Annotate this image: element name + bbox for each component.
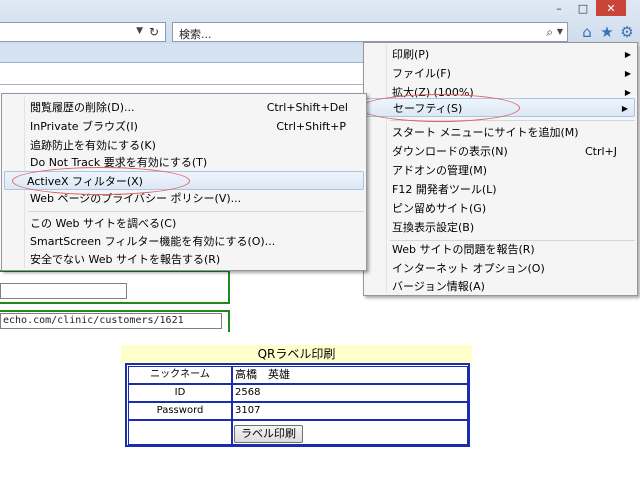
menu-item-about[interactable]: バージョン情報(A) [364,277,637,296]
search-input[interactable]: 検索... [179,26,212,42]
nickname-value: 高橋 英雄 [232,366,468,384]
menu-item-file[interactable]: ファイル(F) ▶ [364,64,637,83]
highlight-oval-safety [360,94,520,122]
id-label: ID [128,384,232,402]
tab-strip [0,44,380,63]
submenu-arrow-icon: ▶ [621,104,628,113]
address-bar[interactable]: ▼ ↻ [0,22,166,42]
home-icon[interactable]: ⌂ [578,23,596,41]
menu-item-devtools[interactable]: F12 開発者ツール(L) [364,180,637,199]
print-label-button[interactable]: ラベル印刷 [234,425,303,443]
menu-item-check-site[interactable]: この Web サイトを調べる(C) [2,214,366,233]
menu-item-report-problem[interactable]: Web サイトの問題を報告(R) [364,240,637,259]
submenu-arrow-icon: ▶ [624,69,631,78]
menu-separator [28,211,364,212]
menu-item-pinned-sites[interactable]: ピン留めサイト(G) [364,199,637,218]
qr-label-table: ニックネーム 高橋 英雄 ID 2568 Password 3107 ラベル印刷 [125,363,470,447]
minimize-button[interactable]: – [548,0,570,16]
menu-item-compat-view[interactable]: 互換表示設定(B) [364,218,637,237]
search-icon[interactable]: ⌕ [546,25,553,40]
menu-item-inprivate[interactable]: InPrivate ブラウズ(I) Ctrl+Shift+P [2,117,366,136]
highlight-oval-activex [12,167,190,195]
menu-item-addons[interactable]: アドオンの管理(M) [364,161,637,180]
password-value: 3107 [232,402,468,420]
favorites-star-icon[interactable]: ★ [598,23,616,41]
search-dropdown-icon[interactable]: ▼ [557,27,563,36]
url-text-field[interactable]: echo.com/clinic/customers/1621 [0,313,222,329]
qr-label-title: QRラベル印刷 [121,345,472,363]
menu-item-delete-history[interactable]: 閲覧履歴の削除(D)... Ctrl+Shift+Del [2,98,366,117]
menu-item-report-unsafe[interactable]: 安全でない Web サイトを報告する(R) [2,250,366,269]
page-header-area [0,64,380,85]
menu-item-downloads[interactable]: ダウンロードの表示(N) Ctrl+J [364,142,637,161]
background-input[interactable] [0,283,127,299]
address-dropdown-icon[interactable]: ▼ [136,26,143,36]
id-value: 2568 [232,384,468,402]
empty-cell [128,420,232,445]
tools-gear-icon[interactable]: ⚙ [618,23,636,41]
menu-item-add-to-start[interactable]: スタート メニューにサイトを追加(M) [364,123,637,142]
maximize-button[interactable]: □ [572,0,594,16]
submenu-arrow-icon: ▶ [624,50,631,59]
nickname-label: ニックネーム [128,366,232,384]
tools-menu: 印刷(P) ▶ ファイル(F) ▶ 拡大(Z) (100%) ▶ セーフティ(S) ▶ … [363,42,638,296]
close-window-button[interactable]: ✕ [596,0,626,16]
menu-item-print[interactable]: 印刷(P) ▶ [364,45,637,64]
menu-item-internet-options[interactable]: インターネット オプション(O) [364,259,637,278]
password-label: Password [128,402,232,420]
refresh-icon[interactable]: ↻ [149,25,159,39]
menu-item-smartscreen[interactable]: SmartScreen フィルター機能を有効にする(O)... [2,232,366,251]
search-box[interactable]: 検索... ⌕ ▼ [172,22,568,42]
